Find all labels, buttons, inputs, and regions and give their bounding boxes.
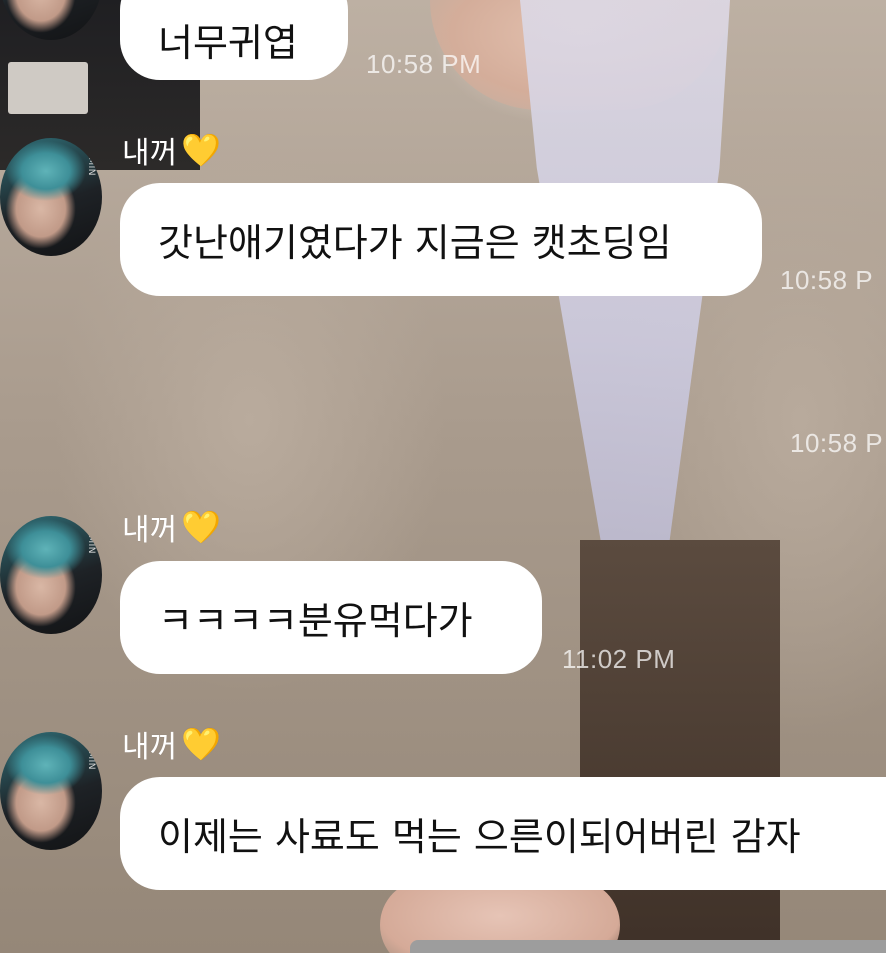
yellow-heart-icon: 💛: [181, 131, 222, 169]
message-timestamp: 10:58 PM: [366, 49, 482, 79]
avatar-logo-mark: JIMIN: [86, 151, 96, 176]
message-timestamp: 10:58 P: [790, 428, 884, 458]
message-bubble[interactable]: 너무귀엽: [120, 0, 348, 80]
sender-avatar[interactable]: JIMIN: [0, 732, 102, 850]
sender-name: 내꺼 💛: [122, 505, 221, 549]
avatar-logo-mark: JIMIN: [86, 745, 96, 770]
yellow-heart-icon: 💛: [181, 508, 222, 546]
message-timestamp: 10:58 P: [780, 265, 874, 295]
message-text: 갓난애기였다가 지금은 캣초딩임: [158, 221, 672, 265]
sender-avatar[interactable]: JIMIN: [0, 138, 102, 256]
bottom-sheet-edge[interactable]: [410, 940, 886, 953]
message-text: ㅋㅋㅋㅋ분유먹다가: [158, 599, 473, 643]
sender-name-text: 내꺼: [122, 513, 178, 548]
message-bubble[interactable]: 이제는 사료도 먹는 으른이되어버린 감자: [120, 777, 886, 890]
message-text: 이제는 사료도 먹는 으른이되어버린 감자: [158, 815, 801, 859]
sender-avatar[interactable]: JIMIN: [0, 516, 102, 634]
sender-name: 내꺼 💛: [122, 722, 221, 766]
message-bubble[interactable]: 갓난애기였다가 지금은 캣초딩임: [120, 183, 762, 296]
wallpaper-panel: [8, 62, 88, 114]
yellow-heart-icon: 💛: [181, 725, 222, 763]
sender-name: 내꺼 💛: [122, 128, 221, 172]
message-text: 너무귀엽: [158, 20, 298, 65]
wallpaper-inner-coat: [580, 540, 780, 953]
sender-name-text: 내꺼: [122, 730, 178, 765]
message-bubble[interactable]: ㅋㅋㅋㅋ분유먹다가: [120, 561, 542, 674]
message-timestamp: 11:02 PM: [562, 644, 676, 674]
avatar-logo-mark: JIMIN: [86, 529, 96, 554]
sender-name-text: 내꺼: [122, 136, 178, 171]
